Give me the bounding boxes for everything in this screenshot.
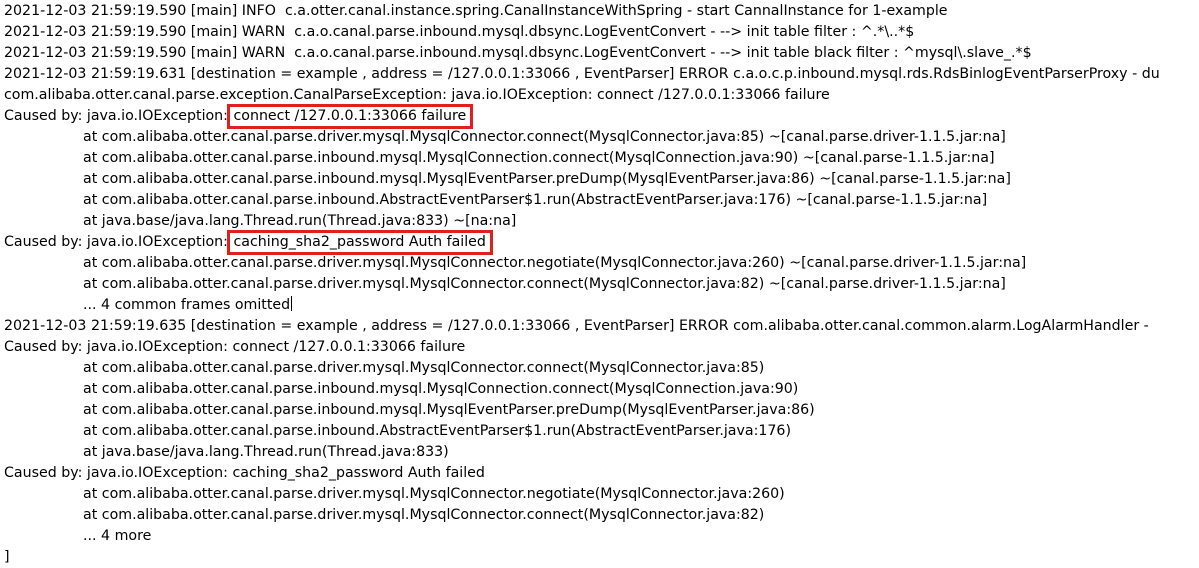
log-line-text: at com.alibaba.otter.canal.parse.inbound… bbox=[83, 171, 1011, 187]
log-line-text: ... 4 more bbox=[83, 528, 152, 544]
log-line-text: 2021-12-03 21:59:19.590 [main] WARN c.a.… bbox=[4, 24, 915, 40]
stack-frame-line: at com.alibaba.otter.canal.parse.inbound… bbox=[4, 169, 1199, 190]
log-line-text: at java.base/java.lang.Thread.run(Thread… bbox=[83, 213, 517, 229]
text-cursor bbox=[291, 296, 293, 311]
log-line-text: at com.alibaba.otter.canal.parse.inbound… bbox=[83, 381, 799, 397]
highlighted-error-message: connect /127.0.0.1:33066 failure bbox=[227, 104, 474, 129]
log-line-text: 2021-12-03 21:59:19.635 [destination = e… bbox=[4, 318, 1154, 334]
log-line-text: at com.alibaba.otter.canal.parse.inbound… bbox=[83, 192, 988, 208]
log-line: 2021-12-03 21:59:19.631 [destination = e… bbox=[4, 64, 1199, 85]
stack-frame-line: at com.alibaba.otter.canal.parse.driver.… bbox=[4, 505, 1199, 526]
stack-frame-line: at com.alibaba.otter.canal.parse.driver.… bbox=[4, 484, 1199, 505]
log-line-text: 2021-12-03 21:59:19.631 [destination = e… bbox=[4, 66, 1160, 82]
log-line: com.alibaba.otter.canal.parse.exception.… bbox=[4, 85, 1199, 106]
log-line-text: Caused by: java.io.IOException: caching_… bbox=[4, 465, 485, 481]
log-line-text: at com.alibaba.otter.canal.parse.driver.… bbox=[83, 486, 785, 502]
log-line-text: at java.base/java.lang.Thread.run(Thread… bbox=[83, 444, 449, 460]
log-line: 2021-12-03 21:59:19.635 [destination = e… bbox=[4, 316, 1199, 337]
log-line-text: com.alibaba.otter.canal.parse.exception.… bbox=[4, 87, 830, 103]
log-line-text: at com.alibaba.otter.canal.parse.driver.… bbox=[83, 360, 765, 376]
log-line: Caused by: java.io.IOException: connect … bbox=[4, 337, 1199, 358]
stack-frame-line: at com.alibaba.otter.canal.parse.inbound… bbox=[4, 400, 1199, 421]
log-line-text: ... 4 common frames omitted bbox=[83, 297, 291, 313]
log-line-text: at com.alibaba.otter.canal.parse.inbound… bbox=[83, 402, 815, 418]
stack-frame-line: at com.alibaba.otter.canal.parse.driver.… bbox=[4, 253, 1199, 274]
log-line-text: at com.alibaba.otter.canal.parse.driver.… bbox=[83, 129, 1006, 145]
log-line-text: 2021-12-03 21:59:19.590 [main] WARN c.a.… bbox=[4, 45, 1032, 61]
log-line-text: Caused by: java.io.IOException: connect … bbox=[4, 339, 466, 355]
stack-frame-line: ... 4 common frames omitted bbox=[4, 295, 1199, 316]
log-line-text: Caused by: java.io.IOException: bbox=[4, 234, 233, 250]
log-line: 2021-12-03 21:59:19.590 [main] WARN c.a.… bbox=[4, 22, 1199, 43]
log-output[interactable]: 2021-12-03 21:59:19.590 [main] INFO c.a.… bbox=[4, 1, 1199, 568]
stack-frame-line: at java.base/java.lang.Thread.run(Thread… bbox=[4, 442, 1199, 463]
log-line: ] bbox=[4, 547, 1199, 568]
stack-frame-line: at com.alibaba.otter.canal.parse.inbound… bbox=[4, 379, 1199, 400]
log-line-text: at com.alibaba.otter.canal.parse.inbound… bbox=[83, 150, 995, 166]
log-line: 2021-12-03 21:59:19.590 [main] WARN c.a.… bbox=[4, 43, 1199, 64]
stack-frame-line: at com.alibaba.otter.canal.parse.driver.… bbox=[4, 274, 1199, 295]
log-line-text: 2021-12-03 21:59:19.590 [main] INFO c.a.… bbox=[4, 3, 948, 19]
stack-frame-line: at com.alibaba.otter.canal.parse.inbound… bbox=[4, 190, 1199, 211]
log-line-text: Caused by: java.io.IOException: bbox=[4, 108, 233, 124]
highlighted-error-message: caching_sha2_password Auth failed bbox=[227, 230, 493, 255]
stack-frame-line: ... 4 more bbox=[4, 526, 1199, 547]
log-line-text: at com.alibaba.otter.canal.parse.driver.… bbox=[83, 507, 765, 523]
stack-frame-line: at java.base/java.lang.Thread.run(Thread… bbox=[4, 211, 1199, 232]
log-line-text: at com.alibaba.otter.canal.parse.driver.… bbox=[83, 276, 1006, 292]
stack-frame-line: at com.alibaba.otter.canal.parse.inbound… bbox=[4, 148, 1199, 169]
log-line-text: at com.alibaba.otter.canal.parse.driver.… bbox=[83, 255, 1027, 271]
log-line: Caused by: java.io.IOException: caching_… bbox=[4, 230, 1199, 255]
log-line-text: at com.alibaba.otter.canal.parse.inbound… bbox=[83, 423, 791, 439]
stack-frame-line: at com.alibaba.otter.canal.parse.driver.… bbox=[4, 358, 1199, 379]
stack-frame-line: at com.alibaba.otter.canal.parse.driver.… bbox=[4, 127, 1199, 148]
log-line: 2021-12-03 21:59:19.590 [main] INFO c.a.… bbox=[4, 1, 1199, 22]
log-line: Caused by: java.io.IOException: caching_… bbox=[4, 463, 1199, 484]
log-line-text: ] bbox=[4, 549, 10, 565]
stack-frame-line: at com.alibaba.otter.canal.parse.inbound… bbox=[4, 421, 1199, 442]
log-line: Caused by: java.io.IOException: connect … bbox=[4, 104, 1199, 129]
